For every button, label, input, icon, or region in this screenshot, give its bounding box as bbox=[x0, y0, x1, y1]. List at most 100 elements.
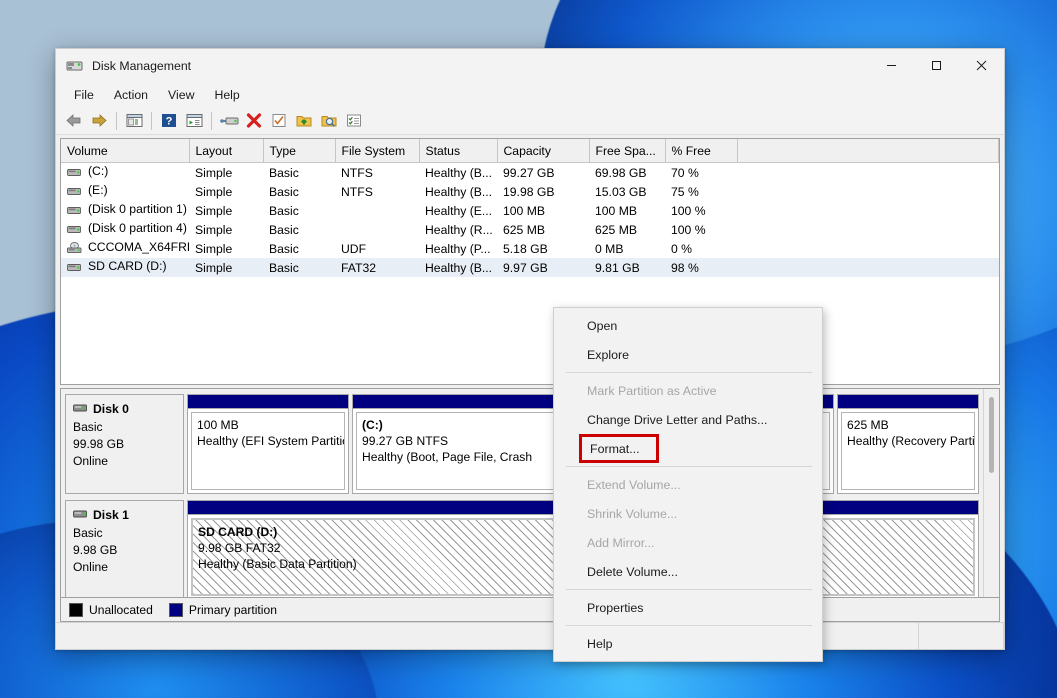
context-menu-item-mark-partition-as-active: Mark Partition as Active bbox=[587, 383, 717, 398]
context-menu-separator bbox=[566, 372, 812, 373]
partition-details: 100 MB Healthy (EFI System Partition bbox=[191, 412, 345, 490]
context-menu-item-open[interactable]: Open bbox=[554, 311, 822, 340]
cd-drive-icon bbox=[67, 242, 84, 257]
cell-status: Healthy (R... bbox=[425, 222, 493, 237]
cell-volume-label: (C:) bbox=[88, 164, 109, 178]
cell-type: Basic bbox=[263, 258, 335, 277]
cell-free-space: 69.98 GB bbox=[595, 165, 647, 180]
disk-status: Online bbox=[73, 454, 108, 468]
column-header-percent-free[interactable]: % Free bbox=[665, 139, 738, 163]
menu-view[interactable]: View bbox=[158, 85, 204, 105]
cell-percent-free: 100 % bbox=[671, 203, 706, 218]
disk-status: Online bbox=[73, 560, 108, 574]
volume-table-body: (C:) Simple Basic NTFS Healthy (B... 99.27 GB… bbox=[61, 163, 999, 277]
disk-icon bbox=[73, 507, 88, 524]
context-menu-item-wrapper: Properties bbox=[554, 593, 822, 622]
toolbar: ? bbox=[56, 107, 1004, 135]
cell-status: Healthy (B... bbox=[425, 165, 493, 180]
svg-text:?: ? bbox=[166, 116, 173, 128]
show-action-pane-icon[interactable] bbox=[182, 109, 206, 132]
options-icon[interactable] bbox=[342, 109, 366, 132]
cell-free-space: 625 MB bbox=[595, 222, 638, 237]
context-menu-item-delete-volume[interactable]: Delete Volume... bbox=[554, 557, 822, 586]
disk-info-panel[interactable]: Disk 1 Basic 9.98 GB Online bbox=[65, 500, 184, 597]
column-header-file-system[interactable]: File System bbox=[335, 139, 420, 163]
volume-table-header: Volume Layout Type File System Status Ca… bbox=[61, 139, 999, 163]
export-list-icon[interactable] bbox=[292, 109, 316, 132]
cell-file-system bbox=[335, 220, 419, 239]
context-menu-item-change-drive-letter-and-paths[interactable]: Change Drive Letter and Paths... bbox=[554, 405, 822, 434]
context-menu-item-wrapper: Add Mirror... bbox=[554, 528, 822, 557]
cell-free-space: 15.03 GB bbox=[595, 184, 647, 199]
table-row[interactable]: (Disk 0 partition 4) Simple Basic Healthy (… bbox=[61, 220, 999, 239]
context-menu-item-format[interactable]: Format... bbox=[579, 434, 659, 463]
legend-swatch-primary-partition bbox=[168, 602, 183, 617]
back-arrow-icon[interactable] bbox=[62, 109, 86, 132]
cell-status: Healthy (E... bbox=[425, 203, 493, 218]
table-row[interactable]: CCCOMA_X64FRE... Simple Basic UDF Healthy (P… bbox=[61, 239, 999, 258]
window-title: Disk Management bbox=[92, 58, 192, 73]
column-header-type[interactable]: Type bbox=[263, 139, 336, 163]
toolbar-separator bbox=[211, 111, 212, 130]
column-header-free-space[interactable]: Free Spa... bbox=[589, 139, 666, 163]
context-menu-item-wrapper: Format... bbox=[554, 434, 822, 463]
table-row[interactable]: (C:) Simple Basic NTFS Healthy (B... 99.27 GB… bbox=[61, 163, 999, 183]
context-menu-item-extend-volume: Extend Volume... bbox=[587, 477, 681, 492]
maximize-button[interactable] bbox=[914, 49, 959, 82]
title-bar[interactable]: Disk Management bbox=[56, 49, 1004, 82]
close-button[interactable] bbox=[959, 49, 1004, 82]
volume-icon bbox=[67, 167, 84, 181]
legend-swatch-unallocated bbox=[69, 602, 83, 617]
cell-capacity: 19.98 GB bbox=[503, 184, 555, 199]
cell-status: Healthy (B... bbox=[419, 258, 497, 277]
properties-icon[interactable] bbox=[267, 109, 291, 132]
partition[interactable]: 100 MB Healthy (EFI System Partition bbox=[187, 394, 349, 494]
graphical-view-scrollbar[interactable] bbox=[983, 389, 999, 597]
window-controls bbox=[869, 49, 1004, 82]
minimize-button[interactable] bbox=[869, 49, 914, 82]
context-menu-item-explore[interactable]: Explore bbox=[554, 340, 822, 369]
column-header-volume[interactable]: Volume bbox=[61, 139, 190, 163]
cell-capacity: 625 MB bbox=[503, 222, 546, 237]
toolbar-separator bbox=[116, 111, 117, 130]
disk-row: Disk 0 Basic 99.98 GB Online 100 MB Healthy (… bbox=[65, 394, 979, 494]
menu-file[interactable]: File bbox=[64, 85, 104, 105]
column-header-capacity[interactable]: Capacity bbox=[497, 139, 590, 163]
search-icon[interactable] bbox=[317, 109, 341, 132]
cell-type: Basic bbox=[269, 222, 299, 237]
scrollbar-thumb[interactable] bbox=[989, 397, 994, 473]
column-header-status[interactable]: Status bbox=[419, 139, 498, 163]
cell-file-system: NTFS bbox=[341, 184, 373, 199]
table-row[interactable]: SD CARD (D:) Simple Basic FAT32 Healthy (B..… bbox=[61, 258, 999, 277]
volume-list-pane: Volume Layout Type File System Status Ca… bbox=[60, 138, 1000, 385]
table-row[interactable]: (E:) Simple Basic NTFS Healthy (B... 19.98 GB… bbox=[61, 182, 999, 201]
partition-size: 100 MB bbox=[197, 418, 239, 432]
help-icon[interactable]: ? bbox=[157, 109, 181, 132]
disk-info-panel[interactable]: Disk 0 Basic 99.98 GB Online bbox=[65, 394, 184, 494]
table-row[interactable]: (Disk 0 partition 1) Simple Basic Healthy (… bbox=[61, 201, 999, 220]
volume-icon bbox=[67, 205, 84, 219]
cell-free-space: 9.81 GB bbox=[589, 258, 665, 277]
context-menu-item-help[interactable]: Help bbox=[554, 629, 822, 658]
cell-volume: (Disk 0 partition 4) bbox=[61, 220, 189, 239]
disk-icon bbox=[73, 401, 88, 418]
context-menu-item-shrink-volume: Shrink Volume... bbox=[587, 506, 678, 521]
cell-status: Healthy (P... bbox=[425, 241, 491, 256]
rescan-disks-icon[interactable] bbox=[217, 109, 241, 132]
legend: Unallocated Primary partition bbox=[60, 598, 1000, 622]
context-menu-item-properties[interactable]: Properties bbox=[554, 593, 822, 622]
cell-status: Healthy (B... bbox=[425, 184, 493, 199]
disk-management-icon bbox=[66, 58, 84, 74]
column-header-layout[interactable]: Layout bbox=[189, 139, 264, 163]
forward-arrow-icon[interactable] bbox=[87, 109, 111, 132]
menu-help[interactable]: Help bbox=[204, 85, 249, 105]
partition[interactable]: 625 MB Healthy (Recovery Partition) bbox=[837, 394, 979, 494]
disk-type: Basic bbox=[73, 420, 103, 434]
show-hide-console-tree-icon[interactable] bbox=[122, 109, 146, 132]
cell-filler bbox=[737, 201, 999, 220]
delete-icon[interactable] bbox=[242, 109, 266, 132]
cell-capacity: 100 MB bbox=[503, 203, 546, 218]
menu-action[interactable]: Action bbox=[104, 85, 158, 105]
cell-filler bbox=[737, 258, 999, 277]
cell-filler bbox=[737, 182, 999, 201]
